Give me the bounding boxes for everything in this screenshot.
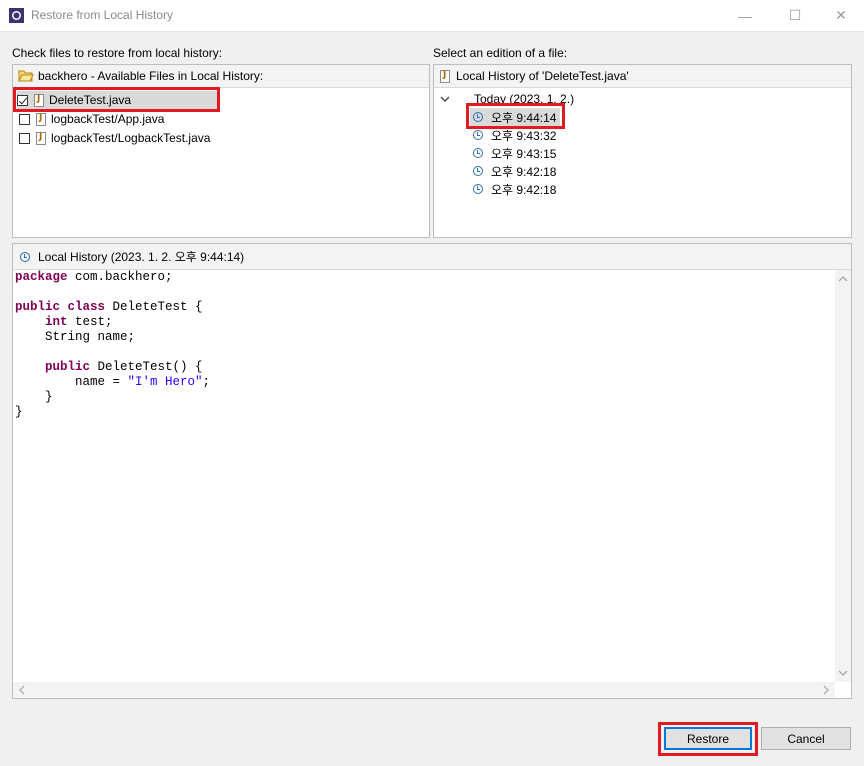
code-text: String name; <box>15 330 136 344</box>
edition-time: 오후 9:43:32 <box>491 128 557 143</box>
file-row[interactable]: logbackTest/LogbackTest.java <box>19 129 210 147</box>
editions-panel: Local History of 'DeleteTest.java' Today… <box>433 64 852 238</box>
code-keyword: public <box>45 360 91 374</box>
code-text: com.backhero; <box>67 270 173 284</box>
code-text: ; <box>202 375 211 389</box>
cancel-button[interactable]: Cancel <box>761 727 851 750</box>
file-name: logbackTest/App.java <box>51 112 165 126</box>
code-text: test; <box>67 315 113 329</box>
file-row[interactable]: logbackTest/App.java <box>19 110 164 128</box>
eclipse-app-icon <box>9 8 24 23</box>
highlight-selected-edition <box>466 103 565 129</box>
clock-icon <box>20 251 30 262</box>
scroll-left-icon[interactable] <box>15 682 29 698</box>
clock-icon <box>473 184 483 194</box>
scroll-right-icon[interactable] <box>819 682 833 698</box>
edition-item[interactable]: 오후 9:43:15 <box>470 144 556 162</box>
code-preview: package com.backhero; public class Delet… <box>15 270 210 420</box>
minimize-button[interactable]: — <box>722 0 768 31</box>
file-checkbox[interactable] <box>19 113 30 125</box>
highlight-restore-button <box>658 722 758 756</box>
file-checkbox[interactable] <box>19 132 30 144</box>
clock-icon <box>473 130 483 140</box>
edition-time: 오후 9:43:15 <box>491 146 557 161</box>
edition-item[interactable]: 오후 9:42:18 <box>470 162 556 180</box>
java-file-icon <box>440 69 450 83</box>
right-pane-label: Select an edition of a file: <box>433 46 568 60</box>
code-keyword: int <box>45 315 68 329</box>
code-text: } <box>15 390 53 404</box>
editions-panel-title: Local History of 'DeleteTest.java' <box>456 69 629 83</box>
code-keyword: package <box>15 270 68 284</box>
folder-open-icon <box>18 70 34 82</box>
files-panel-title: backhero - Available Files in Local Hist… <box>38 69 264 83</box>
code-keyword: public <box>15 300 61 314</box>
edition-time: 오후 9:42:18 <box>491 164 557 179</box>
edition-item[interactable]: 오후 9:42:18 <box>470 180 556 198</box>
code-keyword: class <box>67 300 106 314</box>
vertical-scrollbar[interactable] <box>835 270 851 682</box>
java-file-icon <box>36 131 46 145</box>
preview-panel-header: Local History (2023. 1. 2. 오후 9:44:14) <box>13 244 851 270</box>
scroll-down-icon[interactable] <box>835 666 851 680</box>
code-string: "I'm Hero" <box>127 375 203 389</box>
files-panel-header: backhero - Available Files in Local Hist… <box>13 65 429 88</box>
editions-panel-header: Local History of 'DeleteTest.java' <box>434 65 851 88</box>
title-bar: Restore from Local History — ☐ ✕ <box>0 0 864 32</box>
code-text: name = <box>15 375 128 389</box>
maximize-button[interactable]: ☐ <box>772 0 818 31</box>
code-text: DeleteTest { <box>105 300 203 314</box>
window-title: Restore from Local History <box>31 8 174 22</box>
java-file-icon <box>36 112 46 126</box>
clock-icon <box>473 166 483 176</box>
horizontal-scrollbar[interactable] <box>13 682 835 698</box>
clock-icon <box>473 148 483 158</box>
code-text: DeleteTest() { <box>90 360 203 374</box>
file-name: logbackTest/LogbackTest.java <box>51 131 211 145</box>
left-pane-label: Check files to restore from local histor… <box>12 46 223 60</box>
close-button[interactable]: ✕ <box>818 0 864 31</box>
edition-time: 오후 9:42:18 <box>491 182 557 197</box>
code-text: } <box>15 405 23 419</box>
highlight-selected-file <box>13 87 220 112</box>
chevron-down-icon[interactable] <box>440 95 450 103</box>
preview-title: Local History (2023. 1. 2. 오후 9:44:14) <box>38 250 245 264</box>
scroll-up-icon[interactable] <box>835 272 851 286</box>
